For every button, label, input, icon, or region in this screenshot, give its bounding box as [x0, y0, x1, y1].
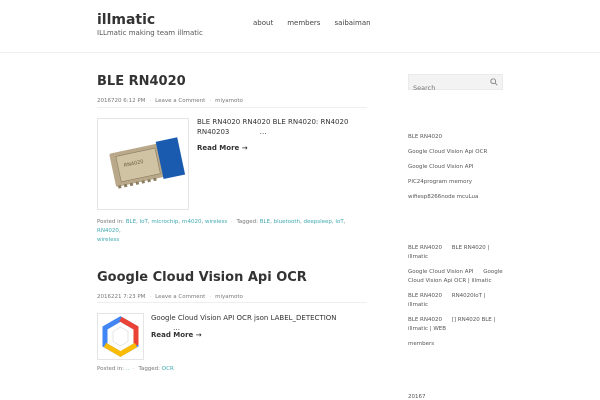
comment-link[interactable]: Leave a Comment	[155, 294, 205, 300]
comment-link[interactable]: Leave a Comment	[155, 98, 205, 104]
excerpt-line-1: BLE RN4020 RN4020 BLE RN4020: RN4020	[197, 118, 349, 126]
category-link[interactable]: wireless	[205, 219, 227, 225]
divider	[97, 107, 367, 108]
recent-comment-item: BLE RN4020 BLE RN4020 | illmatic	[408, 244, 508, 268]
search-icon[interactable]	[490, 78, 498, 86]
post-meta: 2016720 6:12 PM · Leave a Comment · miyamoto	[97, 98, 243, 104]
category-link[interactable]: BLE	[126, 219, 136, 225]
archive-list: 20167	[408, 394, 426, 400]
tag-link[interactable]: wireless	[97, 237, 119, 243]
recent-comments-list: BLE RN4020 BLE RN4020 | illmatic Google …	[408, 244, 508, 349]
post-thumbnail[interactable]	[97, 313, 144, 360]
tag-link[interactable]: BLE	[260, 219, 270, 225]
recent-post-link[interactable]: PIC24program memory	[408, 175, 487, 190]
tag-link[interactable]: IoT	[335, 219, 343, 225]
tag-link[interactable]: deepsleep	[304, 219, 332, 225]
category-link[interactable]: IoT	[140, 219, 148, 225]
tag-link[interactable]: bluetooth	[274, 219, 300, 225]
comment-post-link[interactable]: BLE RN4020 |	[452, 245, 490, 251]
search-box	[408, 74, 503, 95]
comment-post-link[interactable]: illmatic	[408, 254, 428, 260]
tag-link[interactable]: OCR	[162, 366, 174, 372]
nav-item-members[interactable]: members	[287, 19, 320, 27]
comment-post-link[interactable]: RN4020IoT |	[452, 293, 486, 299]
recent-posts-list: BLE RN4020 Google Cloud Vision Api OCR G…	[408, 130, 487, 205]
comment-post-link[interactable]: Cloud Vision Api OCR | illmatic	[408, 278, 492, 284]
post-excerpt: Google Cloud Vision API OCR json LABEL_D…	[151, 313, 367, 333]
recent-comment-item: BLE RN4020 RN4020IoT | illmatic	[408, 292, 508, 316]
read-more-link[interactable]: Read More →	[197, 144, 248, 152]
comment-author-link[interactable]: BLE RN4020	[408, 317, 442, 323]
site-header: illmatic ILLmatic making team illmatic a…	[0, 0, 600, 53]
site-title[interactable]: illmatic	[97, 12, 155, 28]
post-footer-meta: Posted in: BLE, IoT, microchip, rn4020, …	[97, 219, 346, 243]
nav-item-about[interactable]: about	[253, 19, 273, 27]
excerpt-ellipsis: …	[259, 128, 267, 136]
recent-comment-item: Google Cloud Vision API Google Cloud Vis…	[408, 268, 508, 292]
post-footer-meta: Posted in: .. · Tagged: OCR	[97, 366, 174, 372]
recent-post-link[interactable]: Google Cloud Vision Api OCR	[408, 145, 487, 160]
read-more-link[interactable]: Read More →	[151, 331, 202, 339]
main-nav: about members saibaiman	[253, 19, 371, 27]
comment-author-link[interactable]: BLE RN4020	[408, 245, 442, 251]
divider	[97, 302, 367, 303]
tag-link[interactable]: RN4020	[97, 228, 119, 234]
ble-module-image: RN4020	[109, 137, 186, 189]
archive-link[interactable]: 20167	[408, 394, 426, 400]
comment-post-link[interactable]: illmatic | WEB	[408, 326, 446, 332]
recent-post-link[interactable]: Google Cloud Vision API	[408, 160, 487, 175]
comment-post-link[interactable]: members	[408, 341, 434, 347]
nav-item-saibaiman[interactable]: saibaiman	[334, 19, 370, 27]
comment-post-link[interactable]: [] RN4020 BLE |	[452, 317, 496, 323]
tagged-label: Tagged:	[138, 366, 161, 372]
post-title[interactable]: Google Cloud Vision Api OCR	[97, 270, 367, 285]
comment-author-link[interactable]: Google Cloud Vision API	[408, 269, 473, 275]
tagged-label: Tagged:	[236, 219, 259, 225]
recent-comment-item: BLE RN4020 [] RN4020 BLE | illmatic | WE…	[408, 316, 508, 340]
recent-post-link[interactable]: BLE RN4020	[408, 130, 487, 145]
post-article: BLE RN4020 2016720 6:12 PM · Leave a Comme…	[97, 74, 367, 104]
google-cloud-logo-image	[102, 316, 139, 357]
comment-post-link[interactable]: illmatic	[408, 302, 428, 308]
posted-in-label: Posted in:	[97, 366, 124, 372]
post-title[interactable]: BLE RN4020	[97, 74, 367, 89]
category-link[interactable]: rn4020	[182, 219, 202, 225]
recent-comment-item: members	[408, 340, 508, 349]
post-date: 2016221 7:23 PM	[97, 294, 146, 300]
excerpt-line-1: Google Cloud Vision API OCR json LABEL_D…	[151, 314, 337, 322]
comment-post-link[interactable]: Google	[483, 269, 502, 275]
author-link[interactable]: miyamoto	[215, 294, 243, 300]
author-link[interactable]: miyamoto	[215, 98, 243, 104]
category-link[interactable]: ..	[126, 366, 130, 372]
post-article: Google Cloud Vision Api OCR 2016221 7:23…	[97, 270, 367, 300]
search-input[interactable]	[409, 81, 491, 95]
post-meta: 2016221 7:23 PM · Leave a Comment · miyamoto	[97, 294, 243, 300]
post-date: 2016720 6:12 PM	[97, 98, 146, 104]
posted-in-label: Posted in:	[97, 219, 124, 225]
excerpt-line-2: RN40203	[197, 128, 230, 136]
site-description: ILLmatic making team illmatic	[97, 29, 203, 37]
category-link[interactable]: microchip	[151, 219, 178, 225]
post-thumbnail[interactable]: RN4020	[97, 118, 189, 210]
recent-post-link[interactable]: wifiesp8266node mcuLua	[408, 190, 487, 205]
sidebar	[408, 74, 503, 95]
comment-author-link[interactable]: BLE RN4020	[408, 293, 442, 299]
post-excerpt: BLE RN4020 RN4020 BLE RN4020: RN4020 RN4…	[197, 117, 367, 137]
